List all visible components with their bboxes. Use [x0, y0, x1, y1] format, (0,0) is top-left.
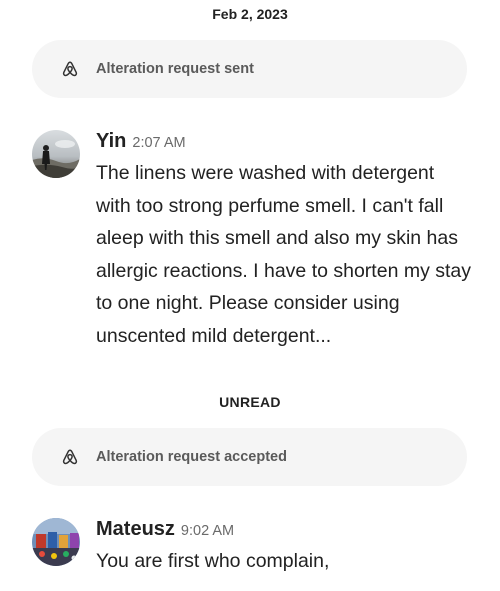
- message-time: 9:02 AM: [180, 523, 235, 539]
- message-time: 2:07 AM: [132, 135, 186, 151]
- airbnb-logo-icon: [60, 447, 80, 467]
- event-text: Alteration request accepted: [96, 449, 287, 465]
- message-text: You are first who complain,: [96, 550, 330, 572]
- event-text: Alteration request sent: [96, 61, 254, 77]
- sender-name: Mateusz: [96, 518, 175, 540]
- event-alteration-request-sent[interactable]: Alteration request sent: [32, 40, 467, 98]
- avatar[interactable]: [32, 518, 80, 566]
- unread-divider: UNREAD: [219, 394, 281, 410]
- event-alteration-request-accepted[interactable]: Alteration request accepted: [32, 428, 467, 486]
- date-separator: Feb 2, 2023: [212, 6, 288, 22]
- avatar[interactable]: [32, 130, 80, 178]
- message-text: The linens were washed with detergent wi…: [96, 162, 472, 347]
- airbnb-logo-icon: [60, 59, 80, 79]
- sender-name: Yin: [96, 130, 127, 152]
